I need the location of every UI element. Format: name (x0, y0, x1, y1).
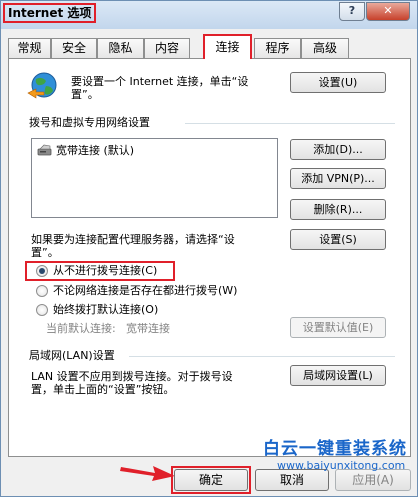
broadband-connection-icon (37, 144, 53, 158)
window-title: Internet 选项 (3, 3, 97, 23)
proxy-text-line1: 如果要为连接配置代理服务器，请选择“设 (31, 233, 235, 246)
setup-text-line2: 置”。 (71, 88, 99, 101)
tab-general[interactable]: 常规 (8, 38, 51, 58)
settings-button[interactable]: 设置(S) (290, 229, 386, 250)
close-button[interactable]: ✕ (366, 2, 410, 21)
tab-security[interactable]: 安全 (51, 38, 97, 58)
current-default-label: 当前默认连接: (46, 322, 116, 335)
tab-programs[interactable]: 程序 (254, 38, 301, 58)
dialup-group-label: 拨号和虚拟专用网络设置 (29, 116, 150, 129)
lan-settings-button[interactable]: 局域网设置(L) (290, 365, 386, 386)
watermark-title: 白云一键重装系统 (263, 439, 407, 459)
globe-icon (26, 71, 58, 103)
dial-whenever-radio[interactable] (36, 285, 48, 297)
proxy-text-line2: 置”。 (31, 246, 59, 259)
tab-connections[interactable]: 连接 (203, 34, 252, 59)
group-divider (185, 123, 395, 124)
title-bar: Internet 选项 ? ✕ (1, 1, 417, 29)
help-button[interactable]: ? (339, 2, 365, 21)
connection-name: 宽带连接 (默认) (56, 144, 135, 157)
watermark: 白云一键重装系统 www.baiyunxitong.com (263, 439, 415, 472)
connections-panel: 要设置一个 Internet 连接，单击“设 置”。 设置(U) 拨号和虚拟专用… (8, 58, 411, 457)
lan-text-line1: LAN 设置不应用到拨号连接。对于拨号设 (31, 370, 233, 383)
watermark-url: www.baiyunxitong.com (277, 459, 406, 472)
arrow-icon (119, 459, 177, 483)
tab-advanced[interactable]: 高级 (301, 38, 349, 58)
setup-text-line1: 要设置一个 Internet 连接，单击“设 (71, 75, 249, 88)
ok-button[interactable]: 确定 (174, 469, 248, 491)
set-default-button[interactable]: 设置默认值(E) (290, 317, 386, 338)
setup-button[interactable]: 设置(U) (290, 72, 386, 93)
list-item[interactable]: 宽带连接 (默认) (37, 143, 273, 159)
always-dial-radio[interactable] (36, 304, 48, 316)
lan-group-label: 局域网(LAN)设置 (29, 349, 115, 362)
never-dial-radio[interactable] (36, 265, 48, 277)
current-default-value: 宽带连接 (126, 322, 170, 335)
tab-content[interactable]: 内容 (144, 38, 190, 58)
tab-privacy[interactable]: 隐私 (97, 38, 144, 58)
dial-whenever-label[interactable]: 不论网络连接是否存在都进行拨号(W) (53, 284, 237, 298)
apply-button[interactable]: 应用(A) (335, 469, 411, 491)
add-vpn-button[interactable]: 添加 VPN(P)... (290, 168, 386, 189)
tab-strip: 常规 安全 隐私 内容 连接 程序 高级 (8, 34, 412, 59)
lan-text-line2: 置，单击上面的“设置”按钮。 (31, 383, 175, 396)
always-dial-label[interactable]: 始终拨打默认连接(O) (53, 303, 158, 317)
add-button[interactable]: 添加(D)... (290, 139, 386, 160)
never-dial-label[interactable]: 从不进行拨号连接(C) (53, 264, 157, 278)
cancel-button[interactable]: 取消 (255, 469, 329, 491)
connection-list[interactable]: 宽带连接 (默认) (31, 138, 278, 218)
remove-button[interactable]: 删除(R)... (290, 199, 386, 220)
internet-options-window: Internet 选项 ? ✕ 常规 安全 隐私 内容 连接 程序 高级 要设置… (0, 0, 418, 497)
group-divider (129, 356, 395, 357)
